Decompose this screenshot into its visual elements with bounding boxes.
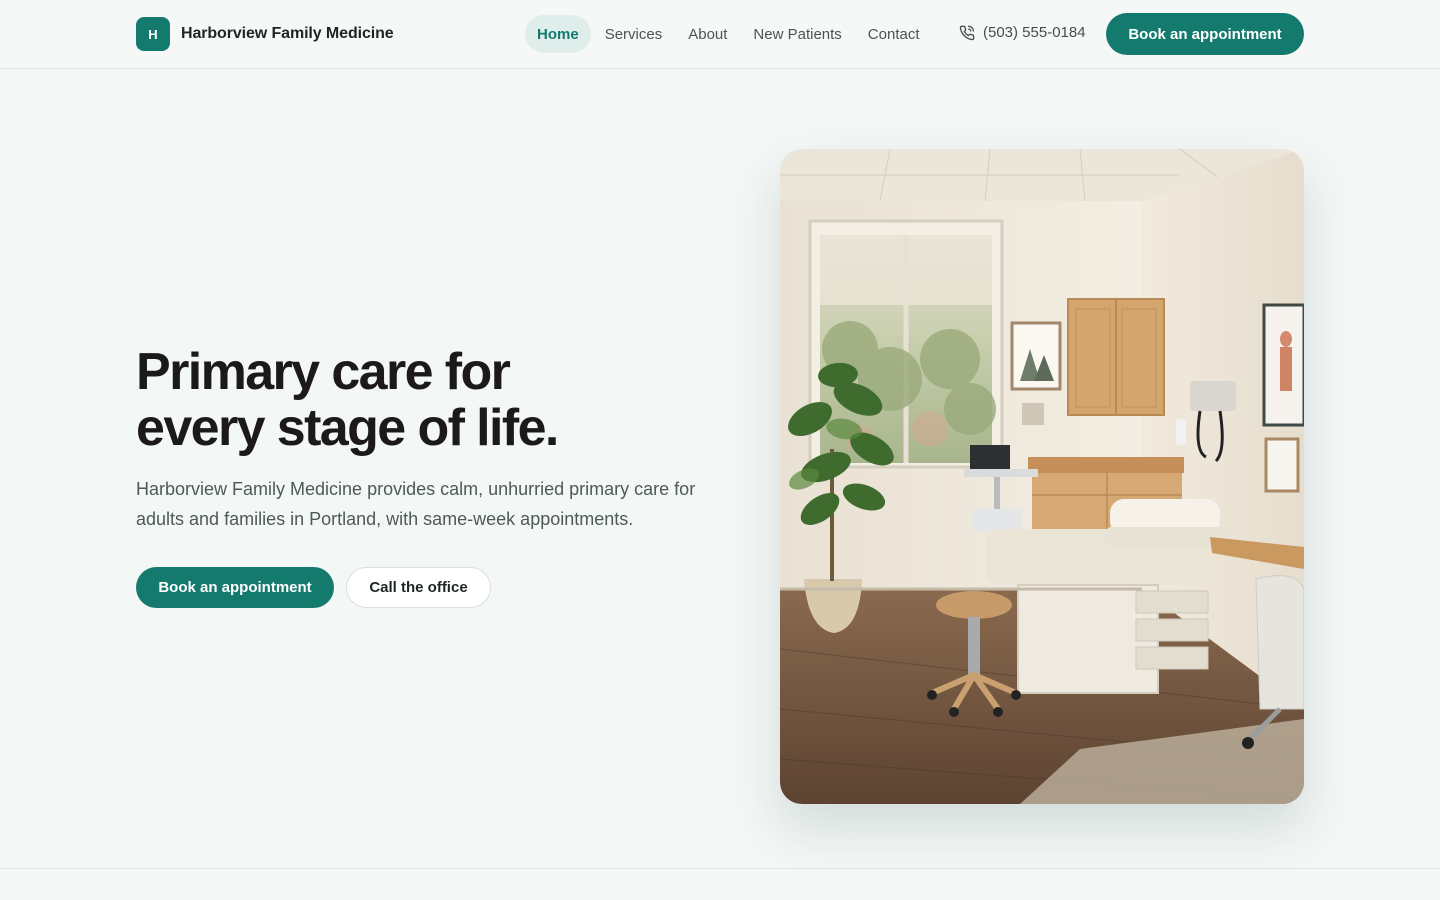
call-office-button[interactable]: Call the office: [346, 567, 491, 608]
brand-name: Harborview Family Medicine: [181, 25, 394, 42]
section-divider: [0, 868, 1440, 869]
nav-item-about[interactable]: About: [676, 15, 739, 53]
main-nav: Home Services About New Patients Contact: [525, 15, 934, 53]
hero-subtitle: Harborview Family Medicine provides calm…: [136, 479, 696, 529]
nav-item-new-patients[interactable]: New Patients: [741, 15, 853, 53]
clinic-exam-room-photo: [780, 149, 1304, 804]
phone-link[interactable]: (503) 555-0184: [959, 24, 1086, 41]
brand-mark: H: [136, 17, 170, 51]
nav-item-services[interactable]: Services: [593, 15, 675, 53]
hero-book-appointment-button[interactable]: Book an appointment: [136, 567, 334, 608]
hero-title-line-1: Primary care for: [136, 343, 511, 401]
hero-title-line-2: every stage of life.: [136, 399, 559, 457]
hero-title: Primary care for every stage of life.: [136, 344, 696, 456]
hero-actions: Book an appointment Call the office: [136, 567, 491, 608]
phone-number: (503) 555-0184: [983, 24, 1086, 41]
site-header: H Harborview Family Medicine Home Servic…: [0, 0, 1440, 69]
nav-item-contact[interactable]: Contact: [856, 15, 932, 53]
phone-icon: [959, 25, 975, 40]
nav-item-home[interactable]: Home: [525, 15, 591, 53]
brand-logo[interactable]: H Harborview Family Medicine: [136, 17, 394, 51]
header-book-appointment-button[interactable]: Book an appointment: [1106, 13, 1304, 55]
